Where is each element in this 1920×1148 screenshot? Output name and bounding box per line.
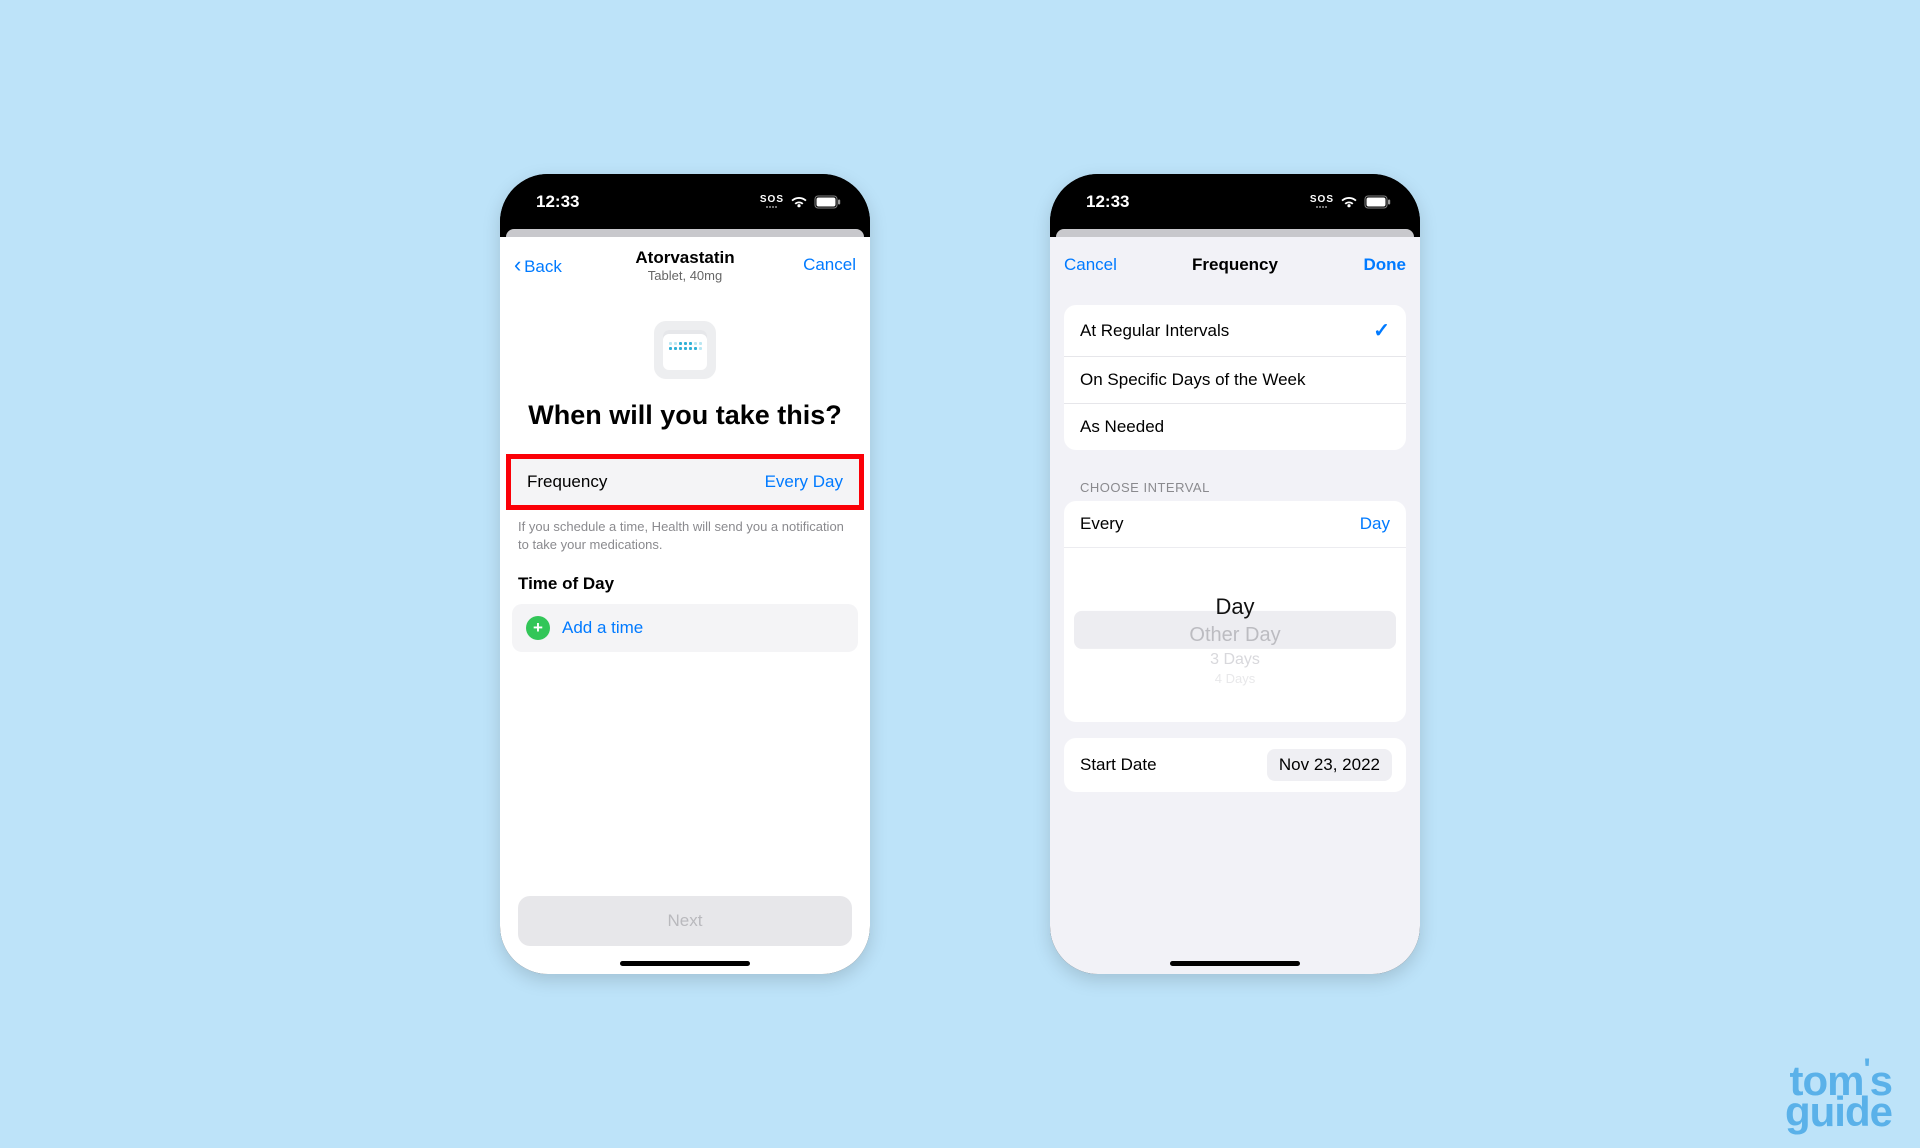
frequency-row[interactable]: Frequency Every Day bbox=[511, 459, 859, 505]
start-date-group: Start Date Nov 23, 2022 bbox=[1064, 738, 1406, 792]
phone-left: 12:33 SOS bbox=[500, 174, 870, 974]
picker-option: 3 Days bbox=[1074, 649, 1396, 671]
choose-interval-header: CHOOSE INTERVAL bbox=[1050, 462, 1420, 501]
interval-picker[interactable]: Day Other Day 3 Days 4 Days bbox=[1074, 562, 1396, 710]
frequency-highlight: Frequency Every Day bbox=[506, 454, 864, 510]
home-indicator[interactable] bbox=[620, 961, 750, 966]
status-time: 12:33 bbox=[1086, 192, 1129, 212]
page-title: When will you take this? bbox=[500, 399, 870, 433]
option-regular-intervals[interactable]: At Regular Intervals ✓ bbox=[1064, 305, 1406, 357]
wifi-icon bbox=[790, 195, 808, 209]
nav-bar: ‹ Back Atorvastatin Tablet, 40mg Cancel bbox=[500, 237, 870, 293]
picker-option-selected: Day bbox=[1074, 592, 1396, 622]
wifi-icon bbox=[1340, 195, 1358, 209]
hint-text: If you schedule a time, Health will send… bbox=[500, 510, 870, 554]
add-time-button[interactable]: + Add a time bbox=[512, 604, 858, 652]
option-as-needed[interactable]: As Needed bbox=[1064, 404, 1406, 450]
cancel-button[interactable]: Cancel bbox=[1064, 255, 1117, 275]
calendar-icon bbox=[654, 321, 716, 379]
phone-right: 12:33 SOS C bbox=[1050, 174, 1420, 974]
status-time: 12:33 bbox=[536, 192, 579, 212]
home-indicator[interactable] bbox=[1170, 961, 1300, 966]
cancel-button[interactable]: Cancel bbox=[803, 255, 856, 275]
battery-icon bbox=[1364, 195, 1392, 209]
frequency-value: Every Day bbox=[765, 472, 843, 492]
start-date-row[interactable]: Start Date Nov 23, 2022 bbox=[1064, 738, 1406, 792]
option-specific-days[interactable]: On Specific Days of the Week bbox=[1064, 357, 1406, 404]
interval-card: Every Day Day Other Day 3 Days 4 Days bbox=[1064, 501, 1406, 722]
sos-indicator: SOS bbox=[760, 195, 784, 208]
back-button[interactable]: ‹ Back bbox=[514, 254, 562, 277]
chevron-left-icon: ‹ bbox=[514, 252, 521, 277]
done-button[interactable]: Done bbox=[1364, 255, 1407, 275]
status-bar: 12:33 SOS bbox=[500, 174, 870, 229]
start-date-value[interactable]: Nov 23, 2022 bbox=[1267, 749, 1392, 781]
status-bar: 12:33 SOS bbox=[1050, 174, 1420, 229]
plus-icon: + bbox=[526, 616, 550, 640]
checkmark-icon: ✓ bbox=[1373, 318, 1390, 343]
sos-indicator: SOS bbox=[1310, 195, 1334, 208]
picker-option: 4 Days bbox=[1074, 670, 1396, 688]
next-button[interactable]: Next bbox=[518, 896, 852, 946]
interval-row[interactable]: Every Day bbox=[1064, 501, 1406, 548]
battery-icon bbox=[814, 195, 842, 209]
picker-option: Other Day bbox=[1074, 622, 1396, 649]
frequency-label: Frequency bbox=[527, 472, 607, 492]
nav-bar: Cancel Frequency Done bbox=[1050, 237, 1420, 293]
frequency-options: At Regular Intervals ✓ On Specific Days … bbox=[1064, 305, 1406, 450]
time-section-label: Time of Day bbox=[500, 554, 870, 604]
watermark: tom's guide bbox=[1785, 1063, 1892, 1130]
